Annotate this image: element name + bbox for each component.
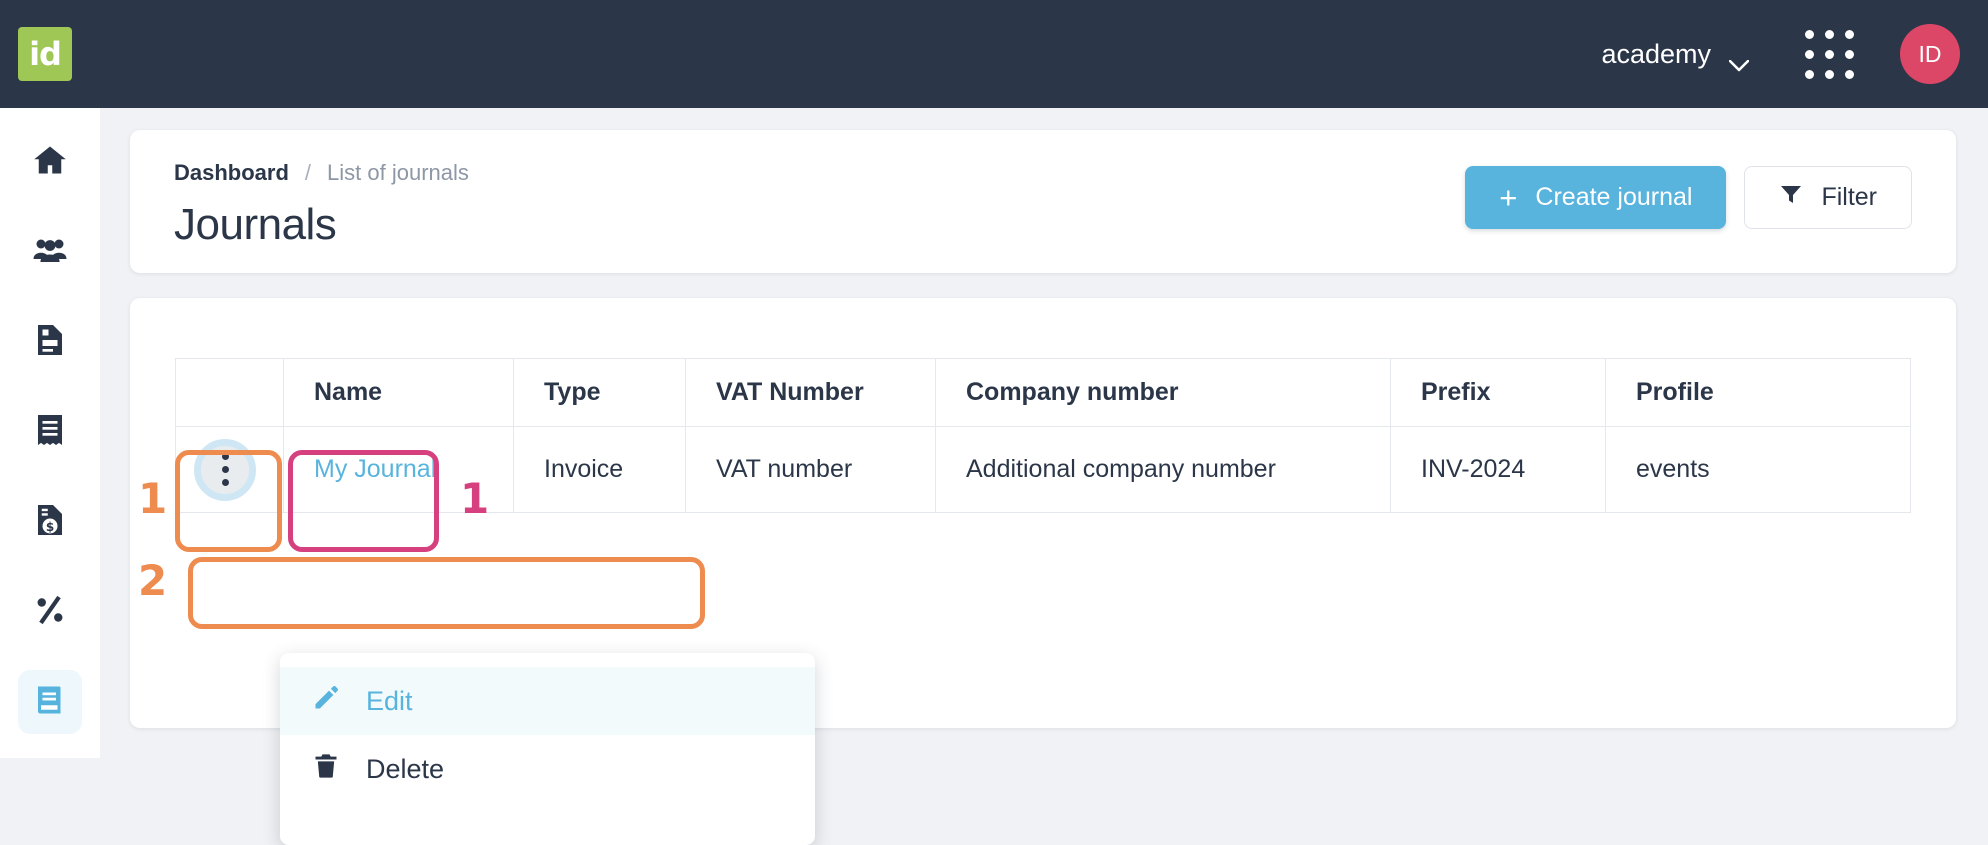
sidebar: $ bbox=[0, 108, 100, 758]
topbar-right-group: academy ID bbox=[1601, 24, 1988, 84]
cell-profile: events bbox=[1606, 427, 1911, 513]
book-icon bbox=[32, 682, 68, 723]
header-actions: + Create journal Filter bbox=[1465, 166, 1912, 229]
journal-name-link[interactable]: My Journal bbox=[314, 455, 436, 483]
cell-type: Invoice bbox=[514, 427, 686, 513]
kebab-menu-icon[interactable] bbox=[194, 439, 256, 501]
menu-item-edit-label: Edit bbox=[366, 686, 413, 717]
app-logo[interactable]: id bbox=[18, 27, 72, 81]
document-icon bbox=[32, 322, 68, 363]
sidebar-item-invoices[interactable]: $ bbox=[18, 490, 82, 554]
journals-table: Name Type VAT Number Company number Pref… bbox=[175, 358, 1911, 513]
sidebar-item-documents[interactable] bbox=[18, 310, 82, 374]
menu-item-edit[interactable]: Edit bbox=[280, 667, 815, 735]
sidebar-item-home[interactable] bbox=[18, 130, 82, 194]
kebab-dot bbox=[222, 479, 229, 486]
create-journal-label: Create journal bbox=[1535, 183, 1692, 212]
column-header-vat-number: VAT Number bbox=[686, 359, 936, 427]
page-header-card: Dashboard / List of journals Journals + … bbox=[130, 130, 1956, 273]
annotation-number-2-edit: 2 bbox=[138, 556, 167, 605]
grid-dot bbox=[1825, 50, 1834, 59]
table-body: My Journal Invoice VAT number Additional… bbox=[176, 427, 1911, 513]
cell-prefix: INV-2024 bbox=[1391, 427, 1606, 513]
table-header-row: Name Type VAT Number Company number Pref… bbox=[176, 359, 1911, 427]
grid-dot bbox=[1805, 50, 1814, 59]
breadcrumb-separator: / bbox=[305, 160, 311, 186]
grid-dot bbox=[1845, 30, 1854, 39]
column-header-actions bbox=[176, 359, 284, 427]
kebab-dot bbox=[222, 466, 229, 473]
row-actions-dropdown: Edit Delete bbox=[280, 653, 815, 845]
sidebar-item-receipts[interactable] bbox=[18, 400, 82, 464]
pencil-icon bbox=[312, 684, 340, 719]
plus-icon: + bbox=[1499, 182, 1517, 213]
grid-dot bbox=[1805, 30, 1814, 39]
menu-item-delete-label: Delete bbox=[366, 754, 444, 785]
sidebar-item-journals[interactable] bbox=[18, 670, 82, 734]
receipt-icon bbox=[32, 412, 68, 453]
main-content: Dashboard / List of journals Journals + … bbox=[100, 108, 1988, 758]
trash-icon bbox=[312, 752, 340, 787]
column-header-prefix: Prefix bbox=[1391, 359, 1606, 427]
home-icon bbox=[32, 142, 68, 183]
sidebar-item-taxes[interactable] bbox=[18, 580, 82, 644]
breadcrumb-dashboard[interactable]: Dashboard bbox=[174, 160, 289, 186]
breadcrumb-current: List of journals bbox=[327, 160, 469, 186]
org-switcher[interactable]: academy bbox=[1601, 39, 1749, 70]
top-bar: id academy ID bbox=[0, 0, 1988, 108]
kebab-dot bbox=[222, 453, 229, 460]
annotation-number-1-name: 1 bbox=[460, 474, 489, 523]
column-header-type: Type bbox=[514, 359, 686, 427]
menu-item-delete[interactable]: Delete bbox=[280, 735, 815, 803]
filter-label: Filter bbox=[1821, 183, 1877, 212]
invoice-dollar-icon: $ bbox=[32, 502, 68, 543]
grid-dot bbox=[1825, 70, 1834, 79]
table-row: My Journal Invoice VAT number Additional… bbox=[176, 427, 1911, 513]
table-head: Name Type VAT Number Company number Pref… bbox=[176, 359, 1911, 427]
create-journal-button[interactable]: + Create journal bbox=[1465, 166, 1726, 229]
app-grid-icon[interactable] bbox=[1805, 30, 1854, 79]
grid-dot bbox=[1805, 70, 1814, 79]
column-header-name: Name bbox=[284, 359, 514, 427]
column-header-company-number: Company number bbox=[936, 359, 1391, 427]
people-icon bbox=[32, 232, 68, 273]
sidebar-item-contacts[interactable] bbox=[18, 220, 82, 284]
svg-text:$: $ bbox=[46, 519, 54, 533]
cell-company-number: Additional company number bbox=[936, 427, 1391, 513]
column-header-profile: Profile bbox=[1606, 359, 1911, 427]
percent-icon bbox=[32, 592, 68, 633]
chevron-down-icon bbox=[1729, 48, 1749, 60]
avatar[interactable]: ID bbox=[1900, 24, 1960, 84]
funnel-icon bbox=[1779, 182, 1803, 213]
grid-dot bbox=[1845, 70, 1854, 79]
grid-dot bbox=[1845, 50, 1854, 59]
filter-button[interactable]: Filter bbox=[1744, 166, 1912, 229]
annotation-number-1-actions: 1 bbox=[138, 474, 167, 523]
cell-vat-number: VAT number bbox=[686, 427, 936, 513]
row-actions-cell bbox=[176, 427, 284, 513]
org-name-label: academy bbox=[1601, 39, 1711, 70]
grid-dot bbox=[1825, 30, 1834, 39]
